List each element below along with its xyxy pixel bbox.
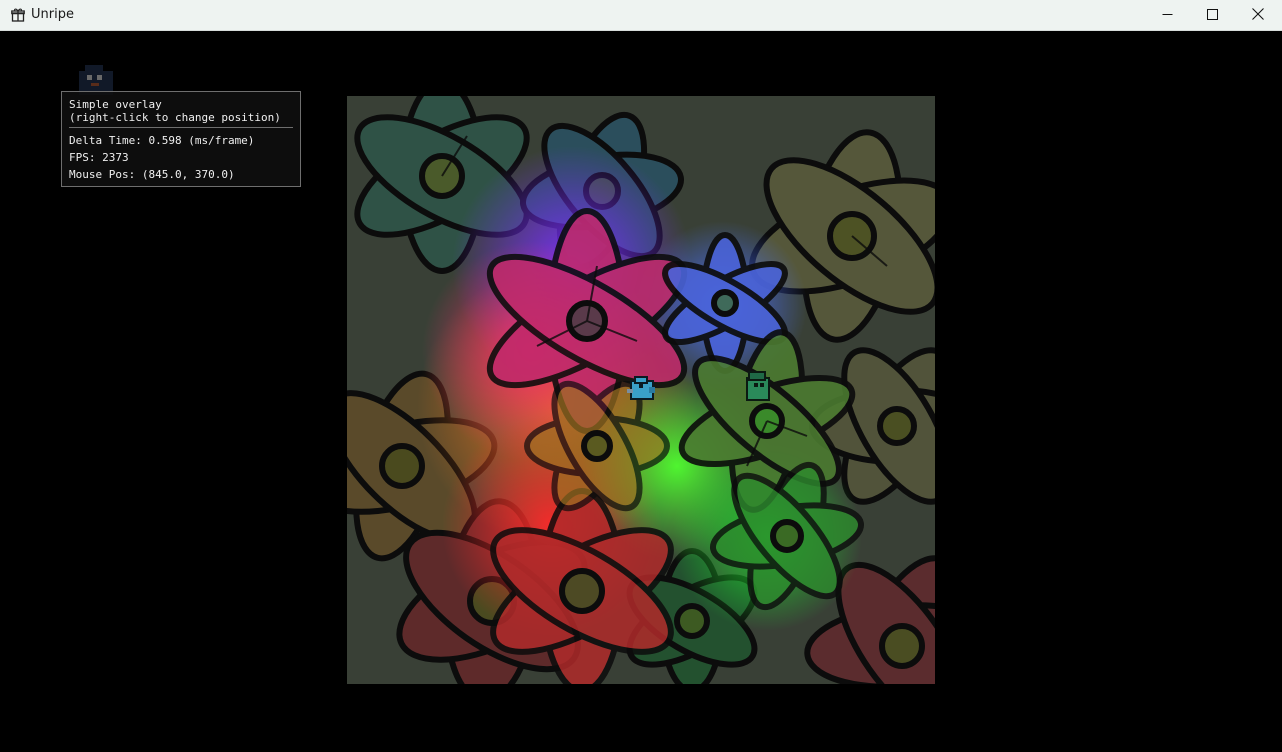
- green-bird-sprite: [743, 368, 775, 406]
- close-button[interactable]: [1235, 0, 1281, 31]
- maximize-button[interactable]: [1189, 0, 1235, 31]
- overlay-hint: (right-click to change position): [69, 111, 281, 124]
- maximize-icon: [1206, 7, 1218, 25]
- title-bar[interactable]: Unripe: [0, 0, 1282, 31]
- game-viewport[interactable]: Simple overlay (right-click to change po…: [1, 31, 1281, 751]
- debug-overlay[interactable]: Simple overlay (right-click to change po…: [61, 91, 301, 187]
- fps-readout: FPS: 2373: [69, 151, 129, 164]
- minimize-button[interactable]: [1144, 0, 1190, 31]
- window-title: Unripe: [31, 7, 74, 22]
- blue-bird-sprite: [625, 373, 661, 405]
- delta-time-readout: Delta Time: 0.598 (ms/frame): [69, 134, 255, 147]
- mouse-pos-readout: Mouse Pos: (845.0, 370.0): [69, 168, 235, 181]
- minimize-icon: [1162, 7, 1173, 25]
- overlay-divider: [69, 127, 293, 128]
- close-icon: [1252, 7, 1264, 25]
- flower-field-scene: [347, 96, 935, 684]
- gift-box-icon: [11, 8, 25, 22]
- overlay-title: Simple overlay: [69, 98, 162, 111]
- app-window: Unripe Simple overlay (right-click to ch…: [0, 0, 1282, 752]
